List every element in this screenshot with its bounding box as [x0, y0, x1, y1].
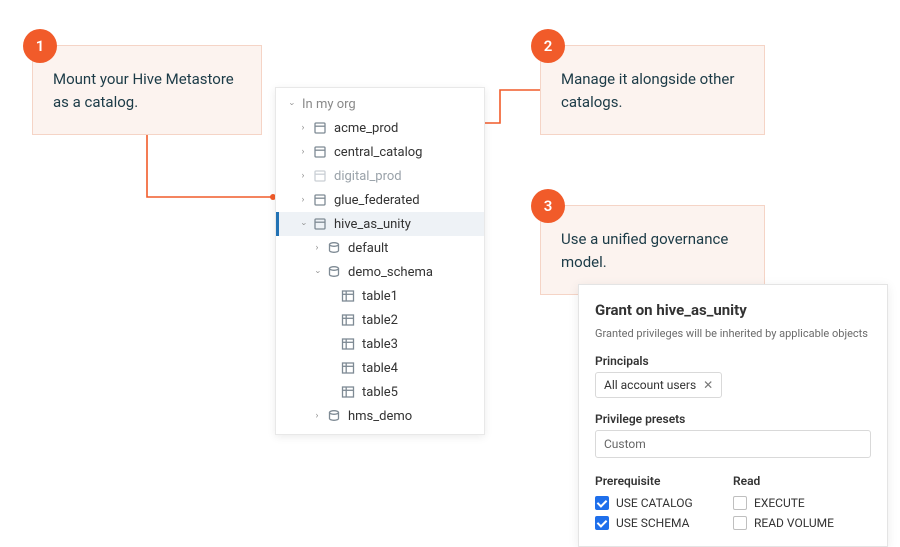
callout-text-1: Mount your Hive Metastore as a catalog.: [53, 68, 241, 113]
callout-box-3: 3 Use a unified governance model.: [540, 205, 765, 295]
callout-box-1: 1 Mount your Hive Metastore as a catalog…: [32, 45, 262, 135]
tree-item-label: demo_schema: [348, 265, 433, 280]
schema-icon: [326, 408, 342, 424]
checkbox-icon[interactable]: [733, 496, 747, 510]
chevron-right-icon[interactable]: [310, 409, 324, 423]
chevron-right-icon[interactable]: [296, 193, 310, 207]
grant-subtitle: Granted privileges will be inherited by …: [595, 327, 871, 340]
tree-item-table5[interactable]: table5: [276, 380, 484, 404]
checkbox-icon[interactable]: [733, 516, 747, 530]
catalog-icon: [312, 120, 328, 136]
catalog-external-icon: [312, 168, 328, 184]
tree-item-label: hive_as_unity: [334, 217, 411, 232]
tree-item-hms_demo[interactable]: hms_demo: [276, 404, 484, 428]
principals-label: Principals: [595, 354, 871, 368]
tree-item-table1[interactable]: table1: [276, 284, 484, 308]
tree-item-default[interactable]: default: [276, 236, 484, 260]
tree-item-table3[interactable]: table3: [276, 332, 484, 356]
tree-item-label: acme_prod: [334, 121, 398, 136]
callout-box-2: 2 Manage it alongside other catalogs.: [540, 45, 765, 135]
tree-item-table4[interactable]: table4: [276, 356, 484, 380]
catalog-tree-panel: In my org acme_prod central_catalog digi…: [275, 87, 485, 435]
callout-text-3: Use a unified governance model.: [561, 228, 744, 273]
tree-item-label: glue_federated: [334, 193, 420, 208]
callout-text-2: Manage it alongside other catalogs.: [561, 68, 744, 113]
chevron-right-icon[interactable]: [296, 169, 310, 183]
preset-select[interactable]: Custom: [595, 430, 871, 458]
checkbox-icon[interactable]: [595, 496, 609, 510]
table-icon: [340, 312, 356, 328]
checkbox-icon[interactable]: [595, 516, 609, 530]
grant-title: Grant on hive_as_unity: [595, 301, 871, 319]
schema-icon: [326, 240, 342, 256]
checkbox-read-volume[interactable]: READ VOLUME: [733, 516, 871, 530]
tree-item-demo_schema[interactable]: demo_schema: [276, 260, 484, 284]
callout-badge-1: 1: [23, 29, 57, 63]
catalog-icon: [312, 144, 328, 160]
principal-chip-text: All account users: [604, 378, 696, 392]
checkbox-label: USE CATALOG: [616, 496, 693, 510]
tree-item-digital_prod[interactable]: digital_prod: [276, 164, 484, 188]
tree-item-label: digital_prod: [334, 169, 402, 184]
tree-item-central_catalog[interactable]: central_catalog: [276, 140, 484, 164]
tree-item-label: table4: [362, 361, 398, 376]
table-icon: [340, 360, 356, 376]
checkbox-execute[interactable]: EXECUTE: [733, 496, 871, 510]
table-icon: [340, 384, 356, 400]
schema-icon: [326, 264, 342, 280]
checkbox-label: USE SCHEMA: [616, 516, 689, 530]
tree-item-table2[interactable]: table2: [276, 308, 484, 332]
chevron-down-icon[interactable]: [296, 217, 310, 231]
tree-header[interactable]: In my org: [276, 92, 484, 116]
checkbox-label: READ VOLUME: [754, 516, 834, 530]
chevron-down-icon[interactable]: [284, 97, 298, 111]
callout-badge-3: 3: [531, 189, 565, 223]
chevron-right-icon[interactable]: [296, 121, 310, 135]
checkbox-use-schema[interactable]: USE SCHEMA: [595, 516, 733, 530]
chevron-down-icon[interactable]: [310, 265, 324, 279]
tree-item-label: table5: [362, 385, 398, 400]
grant-dialog: Grant on hive_as_unity Granted privilege…: [578, 284, 888, 547]
tree-item-label: table1: [362, 289, 398, 304]
tree-item-hive_as_unity[interactable]: hive_as_unity: [276, 212, 484, 236]
read-column-label: Read: [733, 474, 871, 488]
catalog-icon: [312, 192, 328, 208]
close-icon[interactable]: ✕: [703, 378, 713, 392]
checkbox-label: EXECUTE: [754, 496, 805, 510]
principal-chip[interactable]: All account users ✕: [595, 372, 722, 398]
preset-value: Custom: [604, 437, 646, 451]
catalog-icon: [312, 216, 328, 232]
tree-item-acme_prod[interactable]: acme_prod: [276, 116, 484, 140]
tree-item-label: table3: [362, 337, 398, 352]
tree-item-glue_federated[interactable]: glue_federated: [276, 188, 484, 212]
table-icon: [340, 336, 356, 352]
checkbox-use-catalog[interactable]: USE CATALOG: [595, 496, 733, 510]
prerequisite-column-label: Prerequisite: [595, 474, 733, 488]
tree-item-label: hms_demo: [348, 409, 412, 424]
tree-item-label: central_catalog: [334, 145, 422, 160]
tree-header-label: In my org: [302, 97, 356, 112]
chevron-right-icon[interactable]: [296, 145, 310, 159]
tree-item-label: table2: [362, 313, 398, 328]
callout-badge-2: 2: [531, 29, 565, 63]
chevron-right-icon[interactable]: [310, 241, 324, 255]
table-icon: [340, 288, 356, 304]
presets-label: Privilege presets: [595, 412, 871, 426]
tree-item-label: default: [348, 241, 388, 256]
